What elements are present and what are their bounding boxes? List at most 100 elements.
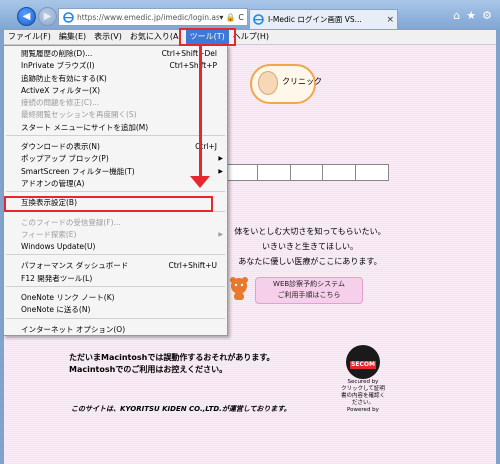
address-bar[interactable]: https://www.emedic.jp/imedic/login.asp ▾… [58, 8, 248, 26]
copyright-text: このサイトは、KYORITSU KIDEN CO.,LTD.が運営しております。 [71, 405, 291, 413]
menu-favorites[interactable]: お気に入り(A) [126, 30, 186, 44]
mac-warning-line: Macintoshでのご利用はお控えください。 [69, 365, 228, 374]
nav-cell[interactable] [258, 165, 291, 180]
menu-bar: ファイル(F) 編集(E) 表示(V) お気に入り(A) ツール(T) ヘルプ(… [4, 30, 496, 45]
tools-menu-item-label: このフィードの受信登録(F)... [21, 217, 121, 227]
tools-menu-item[interactable]: OneNote リンク ノート(K) [4, 292, 227, 304]
tools-menu-item-label: アドオンの管理(A) [21, 178, 85, 188]
nav-cell[interactable] [356, 165, 388, 180]
tools-menu-item[interactable]: 閲覧履歴の削除(D)... Ctrl+Shift+Del [4, 48, 227, 60]
tools-menu-item-label: F12 開発者ツール(L) [21, 273, 93, 283]
tools-menu-item-label: Windows Update(U) [21, 242, 96, 252]
web-reservation-button[interactable]: WEB診察予約システム ご利用手順はこちら [255, 277, 363, 304]
tools-menu-item[interactable]: インターネット オプション(O) [4, 324, 227, 336]
tools-menu-item-label: SmartScreen フィルター機能(T) [21, 166, 135, 176]
tools-menu-item-label: スタート メニューにサイトを追加(M) [21, 122, 149, 132]
address-tools-icons[interactable]: ▾ 🔒 C [219, 13, 247, 22]
menu-separator [6, 286, 225, 291]
tools-menu-item-shortcut: Ctrl+Shift+Del [161, 49, 217, 58]
clinic-message: 体をいとしむ大切さを知ってもらいたい。 いきいきと生きてほしい。 あなたに優しい… [230, 224, 390, 269]
tools-menu-item-label: 閲覧履歴の削除(D)... [21, 49, 93, 58]
baby-illustration [258, 71, 278, 95]
clinic-logo[interactable]: クリニック [250, 64, 322, 104]
menu-separator [6, 317, 225, 323]
highlight-tools-menu [179, 28, 236, 46]
tools-menu-item[interactable]: ActiveX フィルター(X) [4, 85, 227, 97]
nav-strip [224, 164, 389, 181]
tools-menu-item-shortcut: Ctrl+Shift+U [168, 261, 217, 271]
secom-badge-label: SECOM [350, 361, 376, 369]
nav-cell[interactable] [225, 165, 258, 180]
tools-menu-item[interactable]: F12 開発者ツール(L) [4, 273, 227, 285]
menu-edit[interactable]: 編集(E) [55, 30, 90, 44]
mac-warning-line: ただいまMacintoshでは誤動作するおそれがあります。 [69, 353, 275, 362]
tools-menu-item-label: ActiveX フィルター(X) [21, 85, 101, 95]
menu-file[interactable]: ファイル(F) [4, 30, 55, 44]
tools-menu-item-label: パフォーマンス ダッシュボード [21, 261, 129, 271]
submenu-arrow-icon: ▶ [218, 155, 223, 163]
submenu-arrow-icon: ▶ [218, 167, 223, 175]
tab-title: I-Medic ログイン画面 VS... [268, 15, 362, 24]
tools-menu-item[interactable]: 追跡防止を有効にする(K) [4, 73, 227, 85]
tools-menu-item[interactable]: OneNote に送る(N) [4, 304, 227, 316]
red-arrow-shaft [199, 46, 202, 176]
tools-menu-item-label: ダウンロードの表示(N) [21, 142, 100, 152]
tools-menu-item-label: 最終閲覧セッションを再度開く(S) [21, 110, 137, 120]
browser-right-icons: ⌂ ★ ⚙ [453, 9, 492, 22]
tab-imedic-login[interactable]: I-Medic ログイン画面 VS... × [249, 9, 398, 29]
tools-menu-item[interactable]: パフォーマンス ダッシュボード Ctrl+Shift+U [4, 260, 227, 272]
web-reservation-line2: ご利用手順はこちら [277, 291, 341, 299]
tools-menu-item-label: ポップアップ ブロック(P) [21, 154, 109, 164]
tools-menu-item[interactable]: InPrivate ブラウズ(I) Ctrl+Shift+P [4, 60, 227, 72]
tools-menu-item-label: InPrivate ブラウズ(I) [21, 61, 95, 71]
ie-logo-icon [253, 13, 265, 26]
tools-menu-item: 接続の問題を修正(C)... [4, 97, 227, 109]
red-arrow-head-icon [190, 176, 210, 188]
tools-menu-item[interactable]: ダウンロードの表示(N) Ctrl+J [4, 141, 227, 153]
tools-menu-item[interactable]: スタート メニューにサイトを追加(M) [4, 122, 227, 134]
tools-menu-item[interactable]: Windows Update(U) [4, 241, 227, 253]
menu-separator [6, 254, 225, 259]
tools-menu-item-label: 接続の問題を修正(C)... [21, 98, 100, 108]
forward-button[interactable]: ▶ [38, 7, 57, 26]
home-icon[interactable]: ⌂ [453, 9, 460, 22]
nav-cell[interactable] [291, 165, 324, 180]
clinic-message-line: いきいきと生きてほしい。 [262, 242, 358, 251]
mascot-icon [226, 275, 252, 301]
web-reservation-line1: WEB診察予約システム [273, 280, 345, 288]
tools-menu-item-label: 追跡防止を有効にする(K) [21, 73, 107, 83]
address-url[interactable]: https://www.emedic.jp/imedic/login.asp [77, 13, 219, 22]
star-icon[interactable]: ★ [466, 9, 476, 22]
title-bar: ◀ ▶ https://www.emedic.jp/imedic/login.a… [0, 0, 500, 30]
tools-dropdown-menu: 閲覧履歴の削除(D)... Ctrl+Shift+Del InPrivate ブラウ… [3, 45, 228, 336]
tools-menu-item-label: フィード探索(E) [21, 229, 77, 239]
back-arrow-icon: ◀ [22, 11, 31, 22]
highlight-compat-view [4, 196, 213, 212]
tab-close-icon[interactable]: × [383, 15, 397, 25]
tools-menu-item: 最終閲覧セッションを再度開く(S) [4, 109, 227, 121]
tools-menu-item[interactable]: ポップアップ ブロック(P) ▶ [4, 153, 227, 165]
tools-menu-item-label: OneNote リンク ノート(K) [21, 293, 115, 303]
clinic-message-line: 体をいとしむ大切さを知ってもらいたい。 [234, 227, 386, 236]
tools-menu-item-shortcut: Ctrl+Shift+P [169, 61, 217, 71]
secom-badge-top: Secured by [347, 379, 379, 385]
gear-icon[interactable]: ⚙ [482, 9, 492, 22]
browser-window: ◀ ▶ https://www.emedic.jp/imedic/login.a… [0, 0, 500, 464]
tools-menu-list: 閲覧履歴の削除(D)... Ctrl+Shift+Del InPrivate ブラウ… [4, 46, 227, 336]
forward-arrow-icon: ▶ [43, 11, 52, 22]
secom-powered: Powered by [347, 407, 379, 413]
tools-menu-item: このフィードの受信登録(F)... [4, 217, 227, 229]
back-button[interactable]: ◀ [17, 7, 36, 26]
mac-warning: ただいまMacintoshでは誤動作するおそれがあります。 Macintoshで… [69, 352, 275, 376]
menu-view[interactable]: 表示(V) [90, 30, 126, 44]
ie-logo-icon [62, 11, 74, 23]
menu-separator [6, 135, 225, 140]
tools-menu-item: フィード探索(E) ▶ [4, 229, 227, 241]
secom-seal[interactable]: SECOM Secured by クリックして証明書の内容を確認ください。 Po… [341, 345, 385, 420]
secom-badge-icon: SECOM [346, 345, 380, 379]
secom-text: クリックして証明書の内容を確認ください。 [341, 386, 386, 406]
clinic-logo-text: クリニック [282, 77, 322, 86]
submenu-arrow-icon: ▶ [218, 230, 223, 238]
nav-cell[interactable] [323, 165, 357, 180]
tools-menu-item-label: OneNote に送る(N) [21, 305, 91, 315]
